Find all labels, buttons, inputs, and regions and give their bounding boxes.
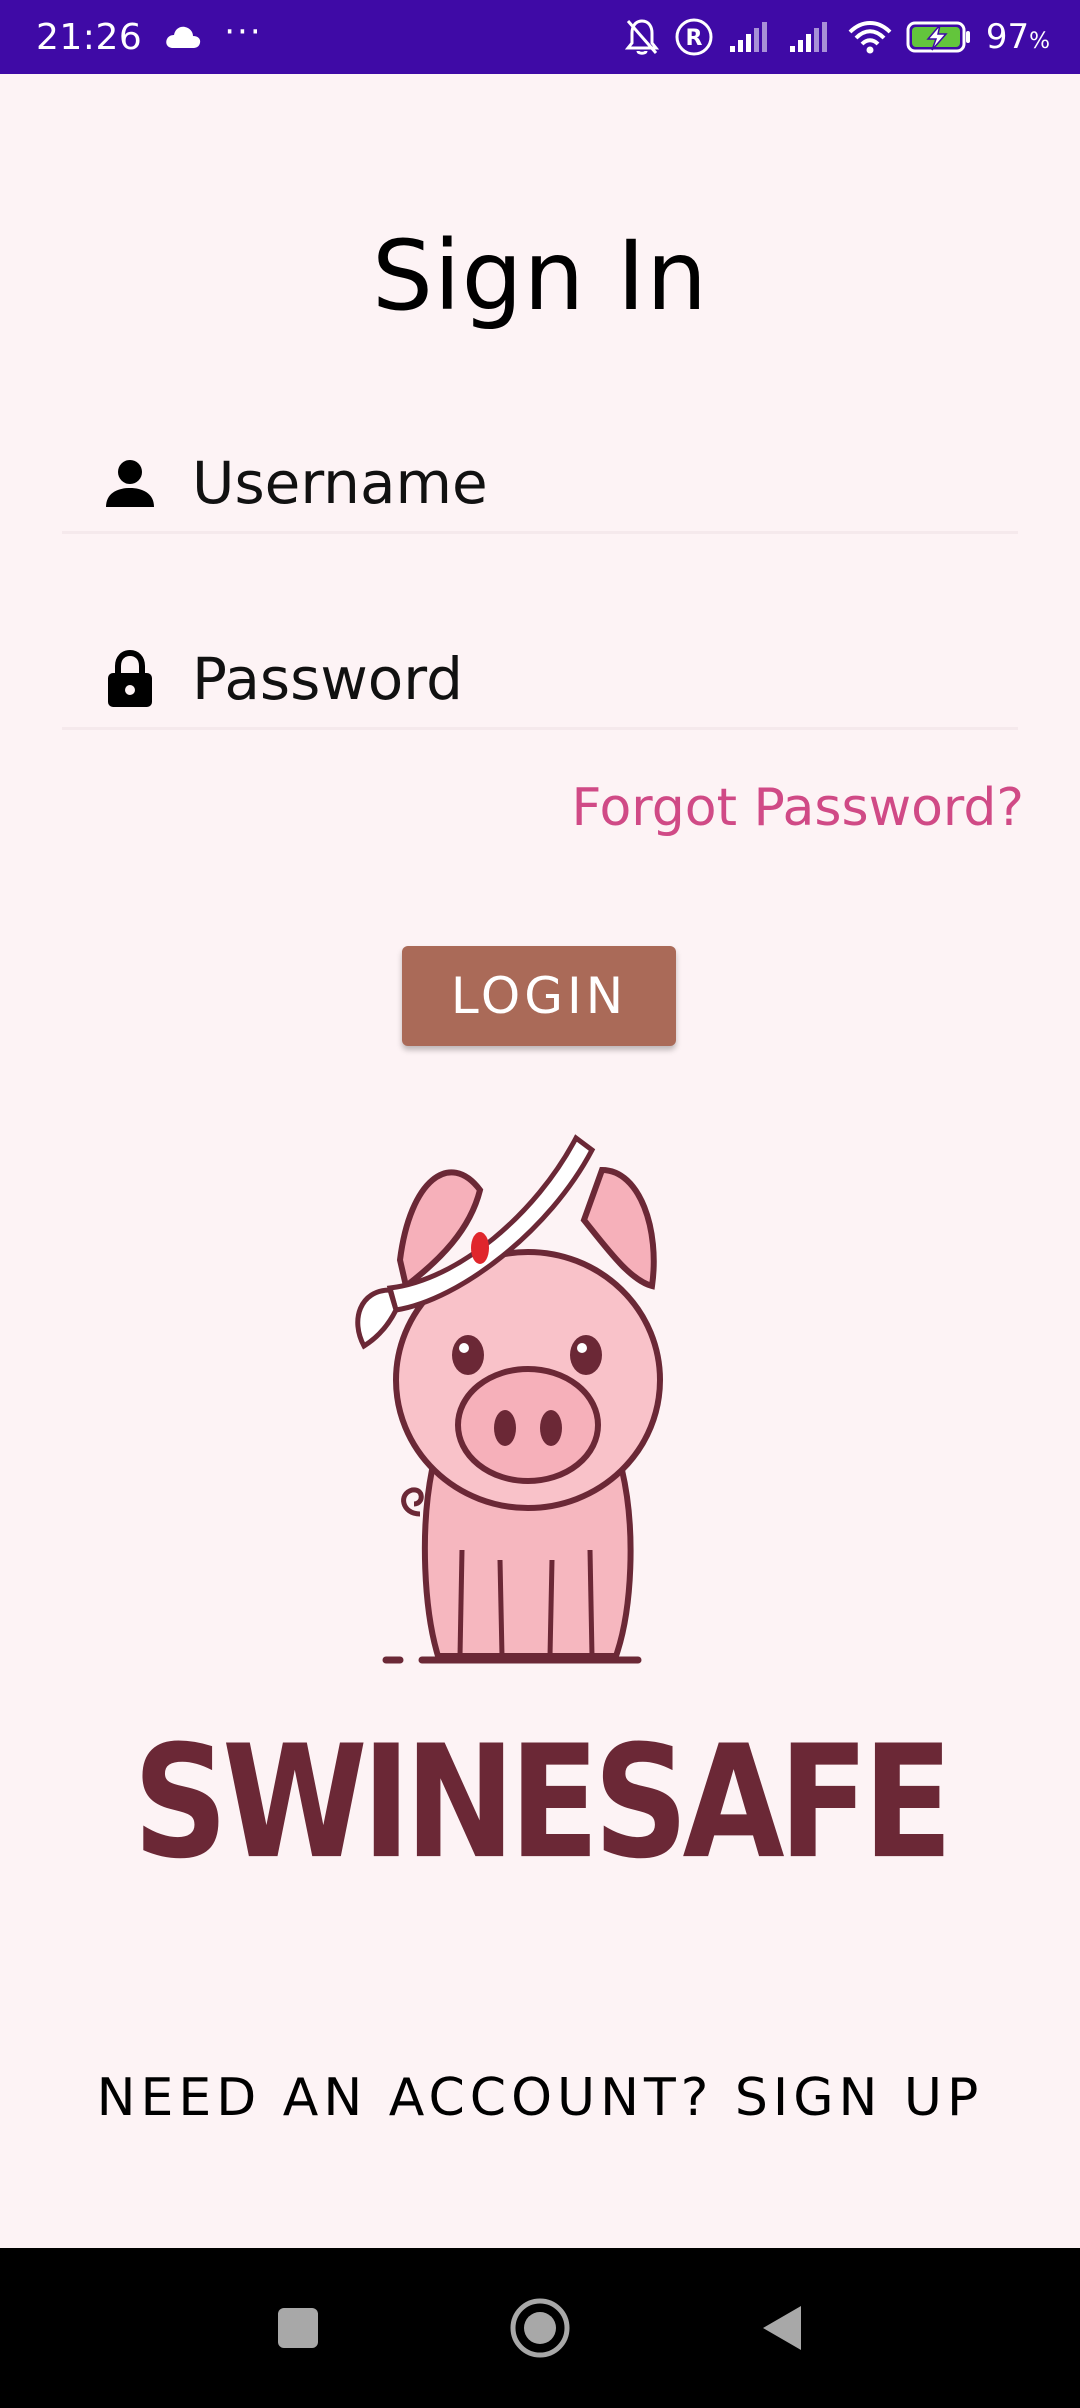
forgot-password-link[interactable]: Forgot Password? bbox=[571, 778, 1024, 838]
circle-icon bbox=[510, 2298, 570, 2358]
status-bar: 21:26 ··· R 97% bbox=[0, 0, 1080, 74]
wifi-icon bbox=[848, 20, 892, 54]
sign-up-link[interactable]: NEED AN ACCOUNT? SIGN UP bbox=[0, 2068, 1080, 2128]
battery-percent: 97 bbox=[985, 17, 1030, 57]
password-input[interactable] bbox=[192, 644, 972, 713]
signal-icon bbox=[788, 20, 834, 54]
cloud-icon bbox=[164, 24, 202, 50]
status-left: 21:26 ··· bbox=[36, 12, 263, 58]
mute-bell-icon bbox=[624, 17, 660, 57]
username-input[interactable] bbox=[192, 448, 972, 517]
status-right: R 97% bbox=[624, 17, 1050, 57]
square-icon bbox=[278, 2308, 318, 2348]
svg-text:R: R bbox=[685, 26, 702, 51]
brand-wordmark: SWINESAFE bbox=[133, 1712, 953, 1894]
home-button[interactable] bbox=[500, 2288, 580, 2368]
navigation-bar bbox=[0, 2248, 1080, 2408]
triangle-back-icon bbox=[763, 2306, 801, 2350]
login-button[interactable]: LOGIN bbox=[402, 946, 676, 1046]
person-icon bbox=[100, 453, 160, 513]
status-time: 21:26 bbox=[36, 16, 143, 58]
registered-icon: R bbox=[674, 17, 714, 57]
back-button[interactable] bbox=[742, 2288, 822, 2368]
password-field[interactable] bbox=[62, 630, 1018, 730]
lock-icon bbox=[100, 649, 160, 709]
more-notifications-icon: ··· bbox=[224, 12, 263, 52]
page-title: Sign In bbox=[371, 220, 709, 332]
battery-charging-icon bbox=[906, 20, 972, 54]
battery-level: 97% bbox=[986, 17, 1050, 57]
battery-unit: % bbox=[1029, 29, 1050, 54]
pig-logo bbox=[340, 1110, 740, 1670]
recents-button[interactable] bbox=[258, 2288, 338, 2368]
signal-icon bbox=[728, 20, 774, 54]
username-field[interactable] bbox=[62, 434, 1018, 534]
